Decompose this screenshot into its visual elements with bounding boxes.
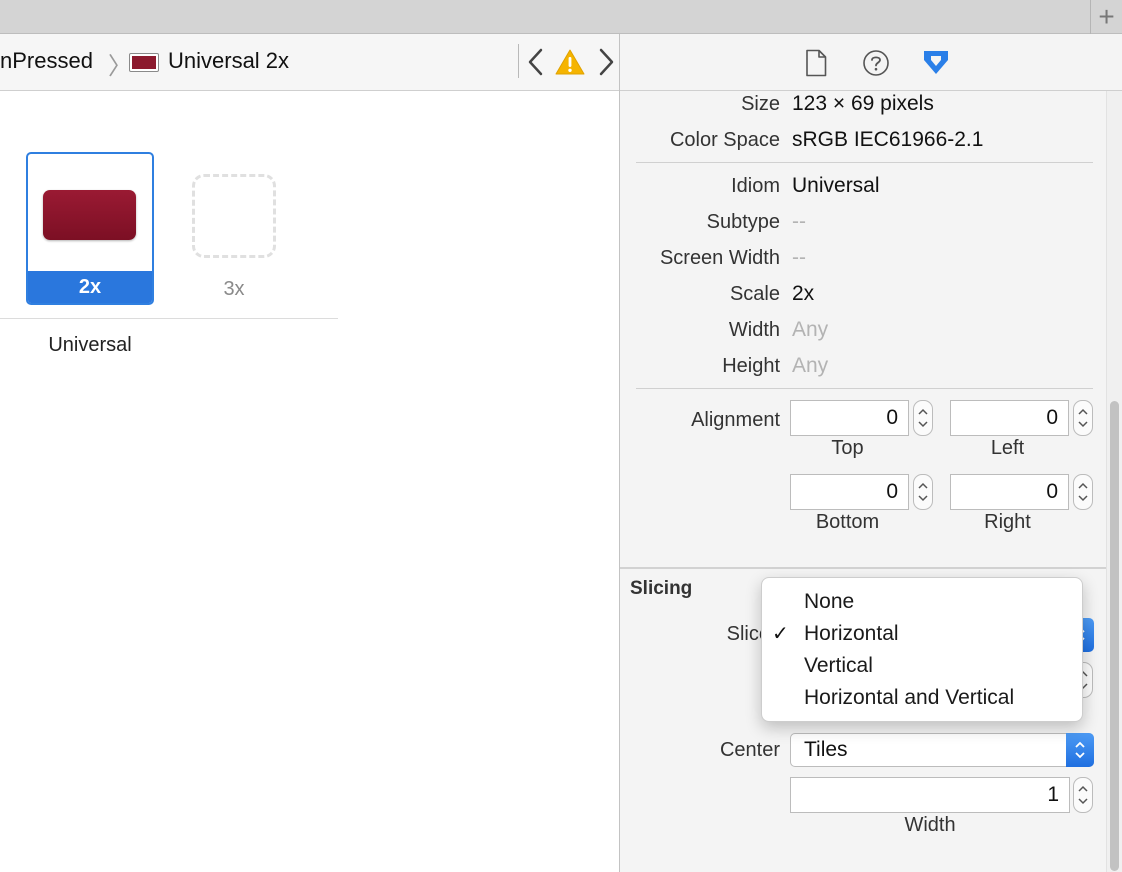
center-width-caption: Width <box>904 814 956 836</box>
breadcrumb-image-set[interactable]: nPressed <box>0 48 93 74</box>
subtype-value: -- <box>792 210 806 233</box>
plus-icon: + <box>1098 1 1115 32</box>
slices-popup-menu: None ✓ Horizontal Vertical Horizontal an… <box>761 577 1083 722</box>
attributes-icon[interactable] <box>920 47 952 79</box>
idiom-label: Universal <box>48 334 132 356</box>
scale-label: Scale <box>729 283 780 305</box>
chevron-right-icon[interactable] <box>594 44 618 80</box>
section-divider <box>636 162 1093 163</box>
alignment-right-stepper[interactable] <box>1073 474 1093 510</box>
attributes-inspector: Size 123 × 69 pixels Color Space sRGB IE… <box>619 34 1122 872</box>
alignment-right-caption: Right <box>984 511 1031 533</box>
menu-item-horizontal[interactable]: ✓ Horizontal <box>762 618 1082 650</box>
menu-item-label: Vertical <box>804 654 873 677</box>
scale-value[interactable]: 2x <box>792 282 814 306</box>
menu-item-horizontal-and-vertical[interactable]: Horizontal and Vertical <box>762 682 1082 714</box>
screen-width-value: -- <box>792 246 806 269</box>
idiom-value[interactable]: Universal <box>792 174 880 198</box>
window-tab-bar: + <box>0 0 1122 34</box>
width-label: Width <box>728 319 780 341</box>
alignment-top-caption: Top <box>831 437 864 459</box>
subtype-label: Subtype <box>706 211 780 233</box>
chevron-left-icon[interactable] <box>524 44 548 80</box>
section-divider <box>636 388 1093 389</box>
add-tab-button[interactable]: + <box>1090 0 1122 34</box>
jump-bar: nPressed 〉 Universal 2x <box>0 34 619 91</box>
scrollbar-thumb[interactable] <box>1110 401 1119 871</box>
center-label: Center <box>719 739 780 761</box>
center-select[interactable]: Tiles <box>790 733 1094 767</box>
slot-divider <box>0 318 338 319</box>
center-select-arrow[interactable] <box>1066 733 1094 767</box>
alignment-right-field[interactable]: 0 <box>950 474 1069 510</box>
alignment-left-field[interactable]: 0 <box>950 400 1069 436</box>
menu-item-label: Horizontal <box>804 622 899 645</box>
center-select-value: Tiles <box>804 738 848 761</box>
slot-scale-label: 2x <box>28 271 152 303</box>
image-preview <box>43 190 136 240</box>
alignment-bottom-field[interactable]: 0 <box>790 474 909 510</box>
alignment-bottom-caption: Bottom <box>815 511 880 533</box>
menu-item-vertical[interactable]: Vertical <box>762 650 1082 682</box>
jump-bar-divider <box>518 44 519 78</box>
menu-item-label: None <box>804 590 855 613</box>
inspector-scrollbar[interactable] <box>1106 91 1122 872</box>
warning-icon[interactable] <box>555 48 585 76</box>
menu-item-none[interactable]: None <box>762 586 1082 618</box>
image-swatch-icon <box>129 53 159 72</box>
image-slot-2x[interactable]: 2x <box>26 152 154 305</box>
color-space-label: Color Space <box>669 129 780 151</box>
alignment-left-stepper[interactable] <box>1073 400 1093 436</box>
alignment-top-stepper[interactable] <box>913 400 933 436</box>
menu-item-label: Horizontal and Vertical <box>804 686 1015 709</box>
file-icon[interactable] <box>804 49 828 77</box>
height-label: Height <box>722 355 780 377</box>
slicing-section-title: Slicing <box>630 578 693 599</box>
color-space-value: sRGB IEC61966-2.1 <box>792 128 984 151</box>
size-value: 123 × 69 pixels <box>792 92 934 115</box>
inspector-tab-bar <box>620 34 1122 91</box>
asset-editor-pane: nPressed 〉 Universal 2x 2x 3x Universal <box>0 34 619 872</box>
idiom-label: Idiom <box>731 175 780 197</box>
width-value: Any <box>792 318 829 341</box>
center-width-stepper[interactable] <box>1073 777 1093 813</box>
size-label: Size <box>741 93 780 115</box>
center-width-field[interactable]: 1 <box>790 777 1070 813</box>
height-value: Any <box>792 354 829 377</box>
alignment-left-caption: Left <box>990 437 1025 459</box>
image-slot-3x[interactable] <box>192 174 276 258</box>
slices-label: Slices <box>726 623 780 645</box>
checkmark-icon: ✓ <box>772 623 789 645</box>
breadcrumb-slot[interactable]: Universal 2x <box>168 48 289 74</box>
section-divider <box>620 567 1106 569</box>
help-icon[interactable] <box>862 49 890 77</box>
screen-width-label: Screen Width <box>659 247 780 269</box>
alignment-top-field[interactable]: 0 <box>790 400 909 436</box>
alignment-bottom-stepper[interactable] <box>913 474 933 510</box>
alignment-label: Alignment <box>691 409 780 431</box>
slot-scale-label-3x: 3x <box>223 278 245 300</box>
